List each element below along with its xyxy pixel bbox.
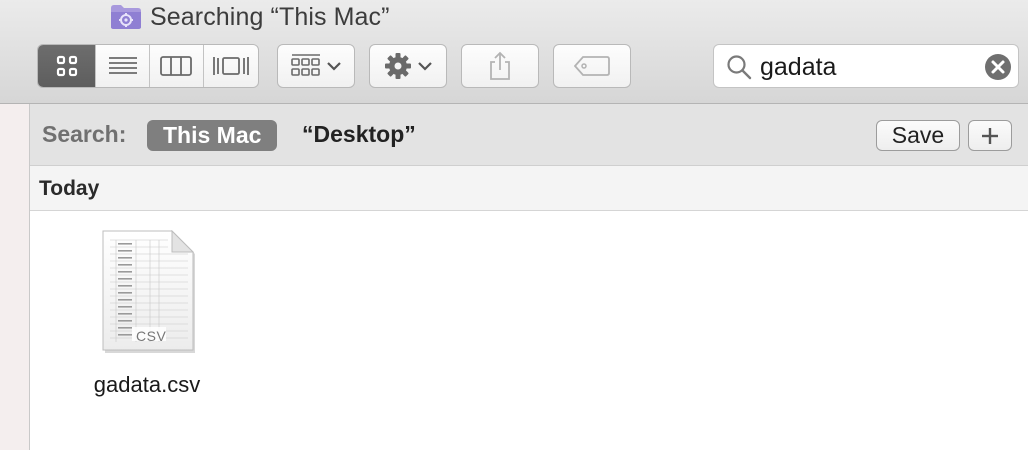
columns-icon: [160, 56, 193, 76]
search-scope-bar: Search: This Mac “Desktop” Save: [30, 104, 1028, 166]
search-input[interactable]: [760, 51, 980, 83]
file-type-label: CSV: [136, 328, 167, 344]
file-item[interactable]: CSV gadata.csv: [80, 230, 220, 400]
chevron-down-icon: [418, 62, 432, 71]
view-mode-control: [37, 44, 259, 88]
plus-icon: [982, 127, 998, 144]
scope-this-mac-button[interactable]: This Mac: [147, 120, 278, 151]
cover-flow-view-button[interactable]: [204, 45, 259, 87]
file-name: gadata.csv: [93, 372, 201, 397]
add-criteria-button[interactable]: [968, 120, 1012, 151]
grid-icon: [56, 55, 77, 77]
search-icon: [727, 55, 752, 80]
save-button[interactable]: Save: [876, 120, 960, 151]
cover-flow-icon: [212, 57, 249, 75]
window-title: Searching “This Mac”: [110, 2, 390, 32]
arrange-icon: [291, 54, 320, 76]
toolbar: Searching “This Mac”: [0, 0, 1028, 104]
share-button[interactable]: [461, 44, 539, 88]
list-view-button[interactable]: [96, 45, 150, 87]
arrange-button[interactable]: [277, 44, 355, 88]
list-icon: [108, 57, 137, 74]
window-title-text: Searching “This Mac”: [150, 2, 390, 31]
results-area: CSV gadata.csv: [30, 212, 1028, 450]
chevron-down-icon: [327, 62, 341, 71]
tag-button[interactable]: [553, 44, 631, 88]
tag-icon: [574, 56, 610, 76]
column-view-button[interactable]: [150, 45, 204, 87]
scope-label: Search:: [42, 121, 127, 147]
section-header-today: Today: [30, 166, 1028, 211]
action-button[interactable]: [369, 44, 447, 88]
share-icon: [490, 51, 510, 80]
clear-icon[interactable]: [984, 53, 1012, 81]
search-field[interactable]: [713, 44, 1019, 88]
icon-view-button[interactable]: [38, 45, 97, 87]
gear-icon: [385, 53, 411, 79]
sidebar: [0, 104, 30, 450]
section-header-label: Today: [39, 177, 100, 200]
scope-desktop-button[interactable]: “Desktop”: [302, 121, 416, 148]
smart-folder-icon: [110, 4, 142, 30]
